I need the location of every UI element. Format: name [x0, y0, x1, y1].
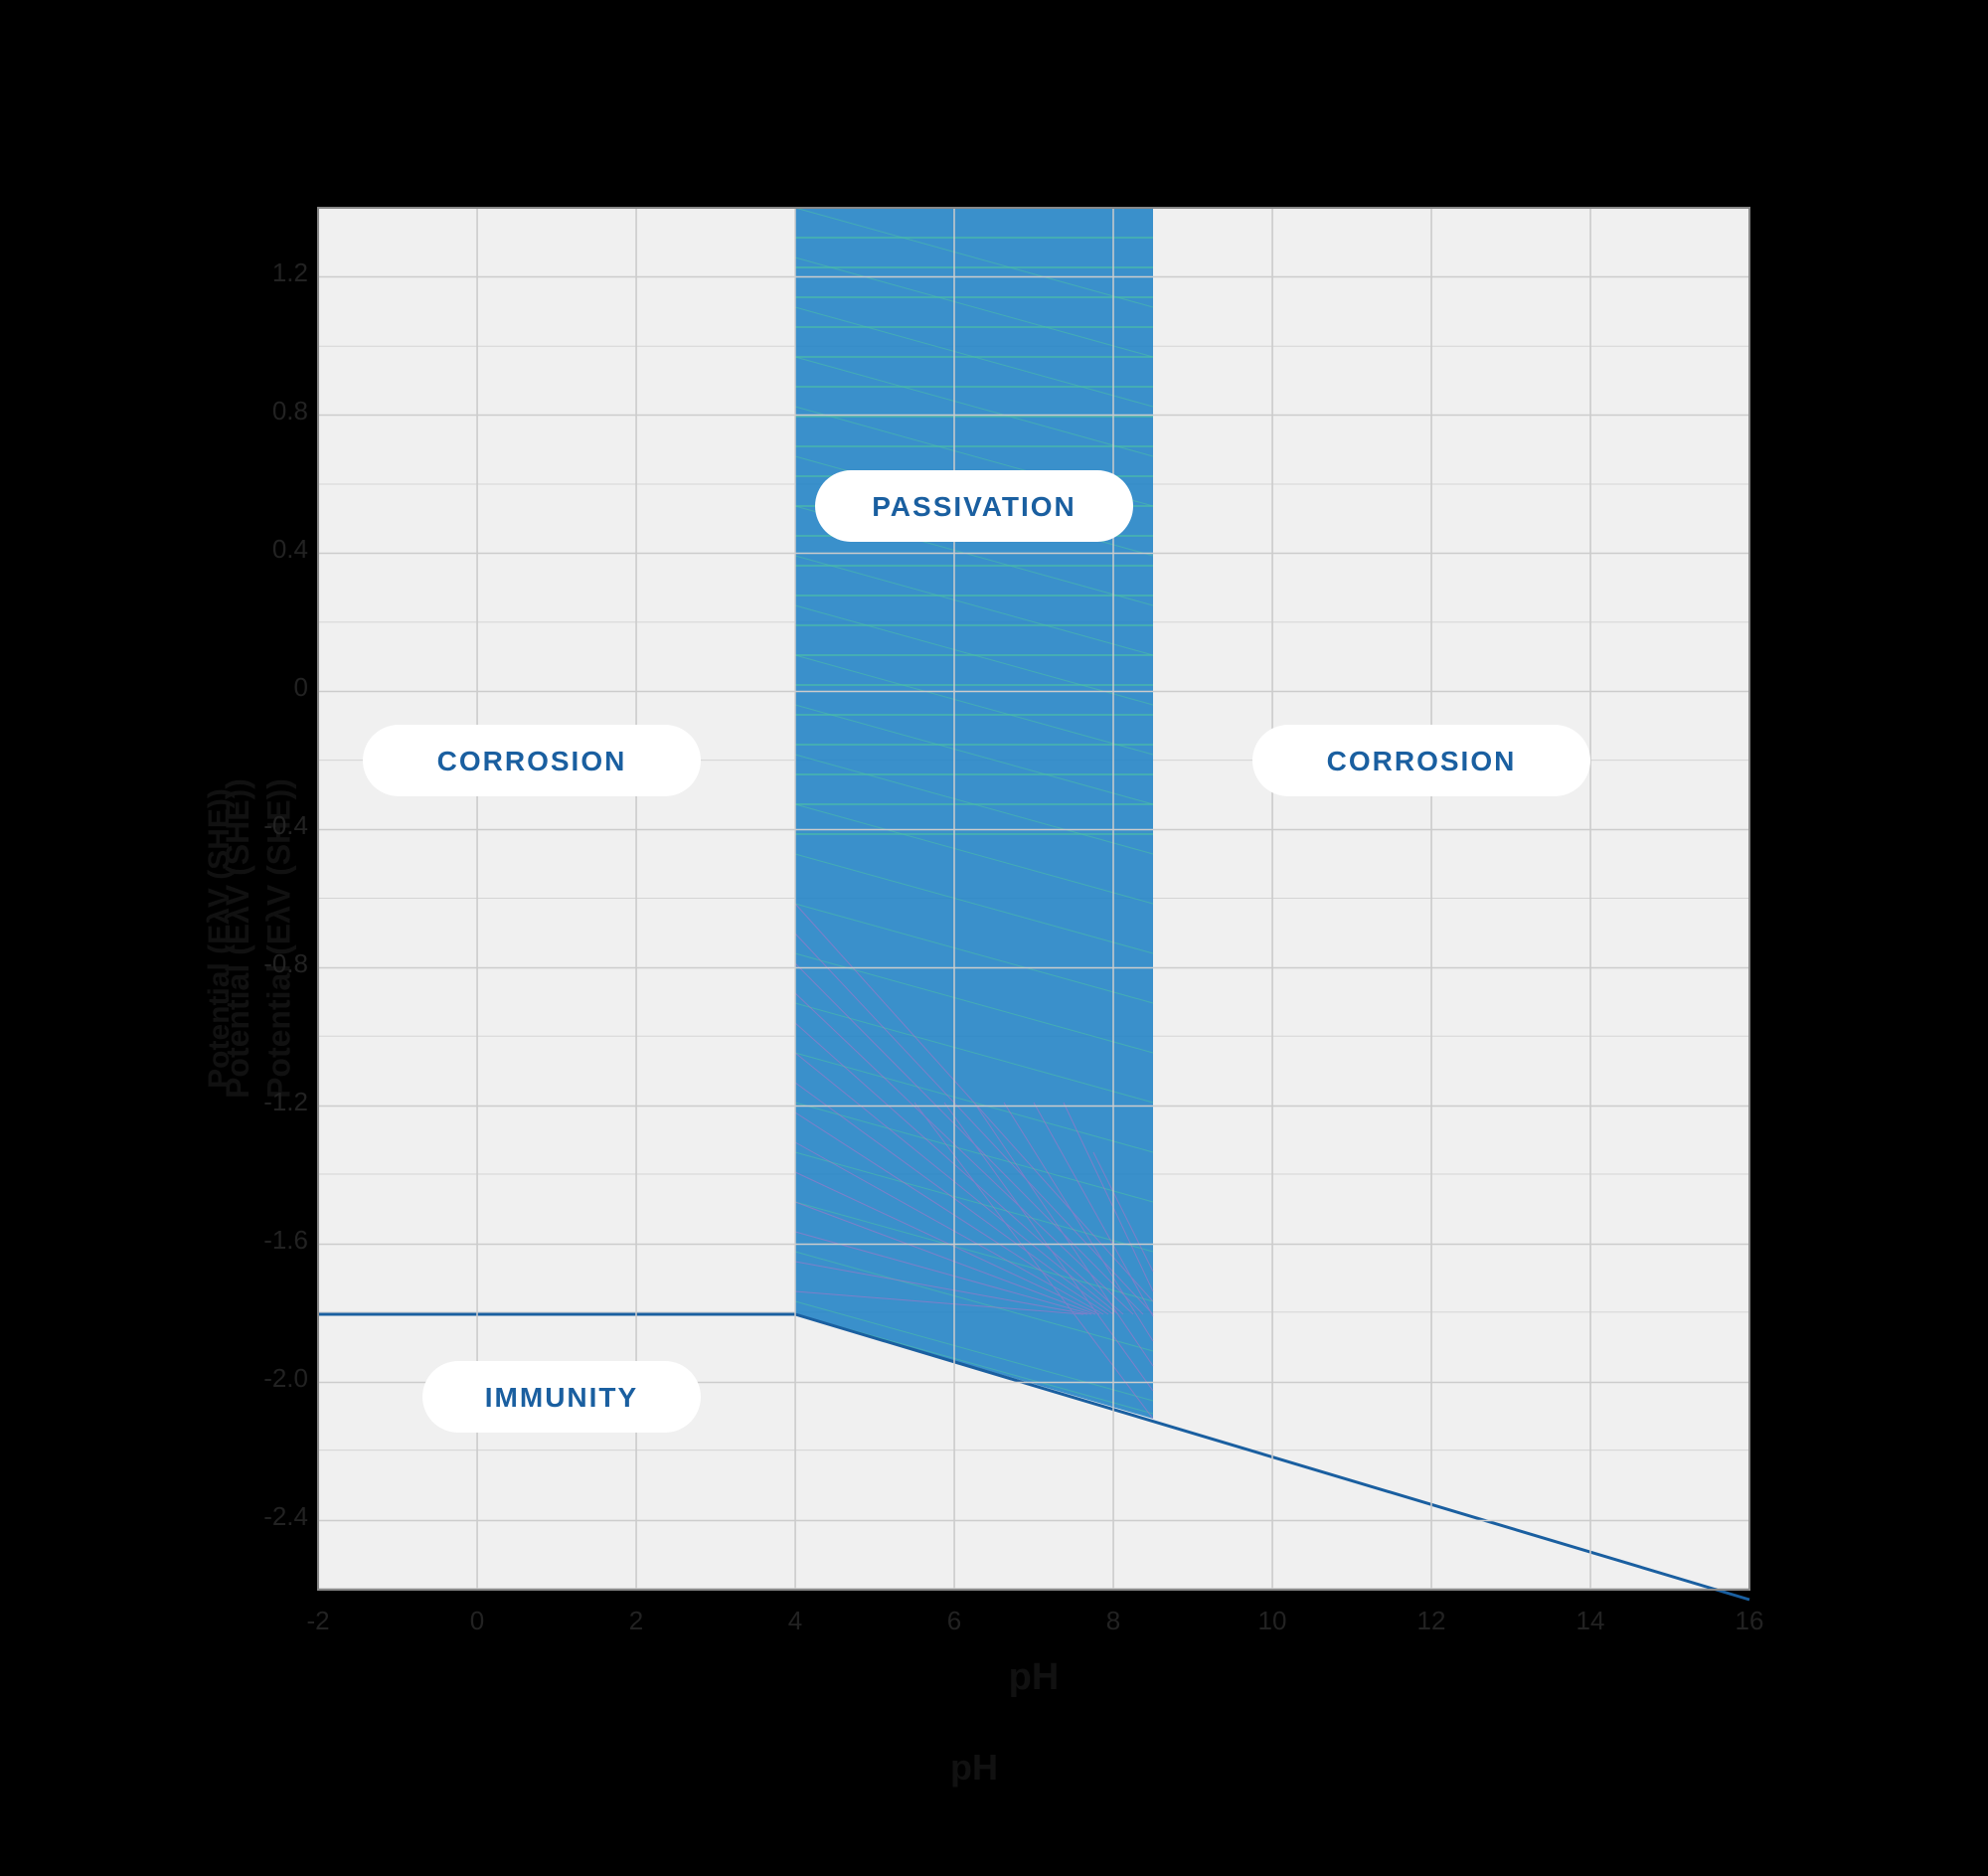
chart-wrapper: Potential (EλV (SHE)) pH	[199, 168, 1789, 1709]
y-tick--2.0: -2.0	[263, 1363, 308, 1393]
immunity-label: IMMUNITY	[485, 1382, 638, 1413]
corrosion-left-label: CORROSION	[437, 746, 627, 776]
y-tick--0.8: -0.8	[263, 948, 308, 978]
x-tick-10: 10	[1258, 1606, 1287, 1635]
passivation-label: PASSIVATION	[872, 491, 1077, 522]
x-axis-label-text: pH	[1009, 1656, 1060, 1698]
chart-container: Potential (EλV (SHE)) pH	[99, 93, 1889, 1784]
y-tick--1.2: -1.2	[263, 1087, 308, 1116]
corrosion-right-label: CORROSION	[1327, 746, 1517, 776]
x-tick-12: 12	[1417, 1606, 1446, 1635]
y-tick--2.4: -2.4	[263, 1501, 308, 1531]
x-tick-14: 14	[1576, 1606, 1605, 1635]
y-tick--1.6: -1.6	[263, 1225, 308, 1255]
x-tick-4: 4	[788, 1606, 802, 1635]
y-tick-0: 0	[294, 672, 308, 702]
y-tick--0.4: -0.4	[263, 810, 308, 840]
x-tick-16: 16	[1736, 1606, 1764, 1635]
x-tick--2: -2	[306, 1606, 329, 1635]
x-tick-2: 2	[629, 1606, 643, 1635]
x-tick-8: 8	[1106, 1606, 1120, 1635]
y-tick-0.8: 0.8	[272, 396, 308, 426]
y-axis-label-text2: Potential (EλV (SHE))	[220, 778, 255, 1099]
full-chart-svg: Potential (EλV (SHE)) 1.2 0.8 0.4 0 -0.4…	[199, 168, 1789, 1709]
y-tick-1.2: 1.2	[272, 257, 308, 287]
x-axis-label: pH	[950, 1747, 998, 1789]
x-tick-6: 6	[947, 1606, 961, 1635]
y-tick-0.4: 0.4	[272, 534, 308, 564]
x-tick-0: 0	[470, 1606, 484, 1635]
